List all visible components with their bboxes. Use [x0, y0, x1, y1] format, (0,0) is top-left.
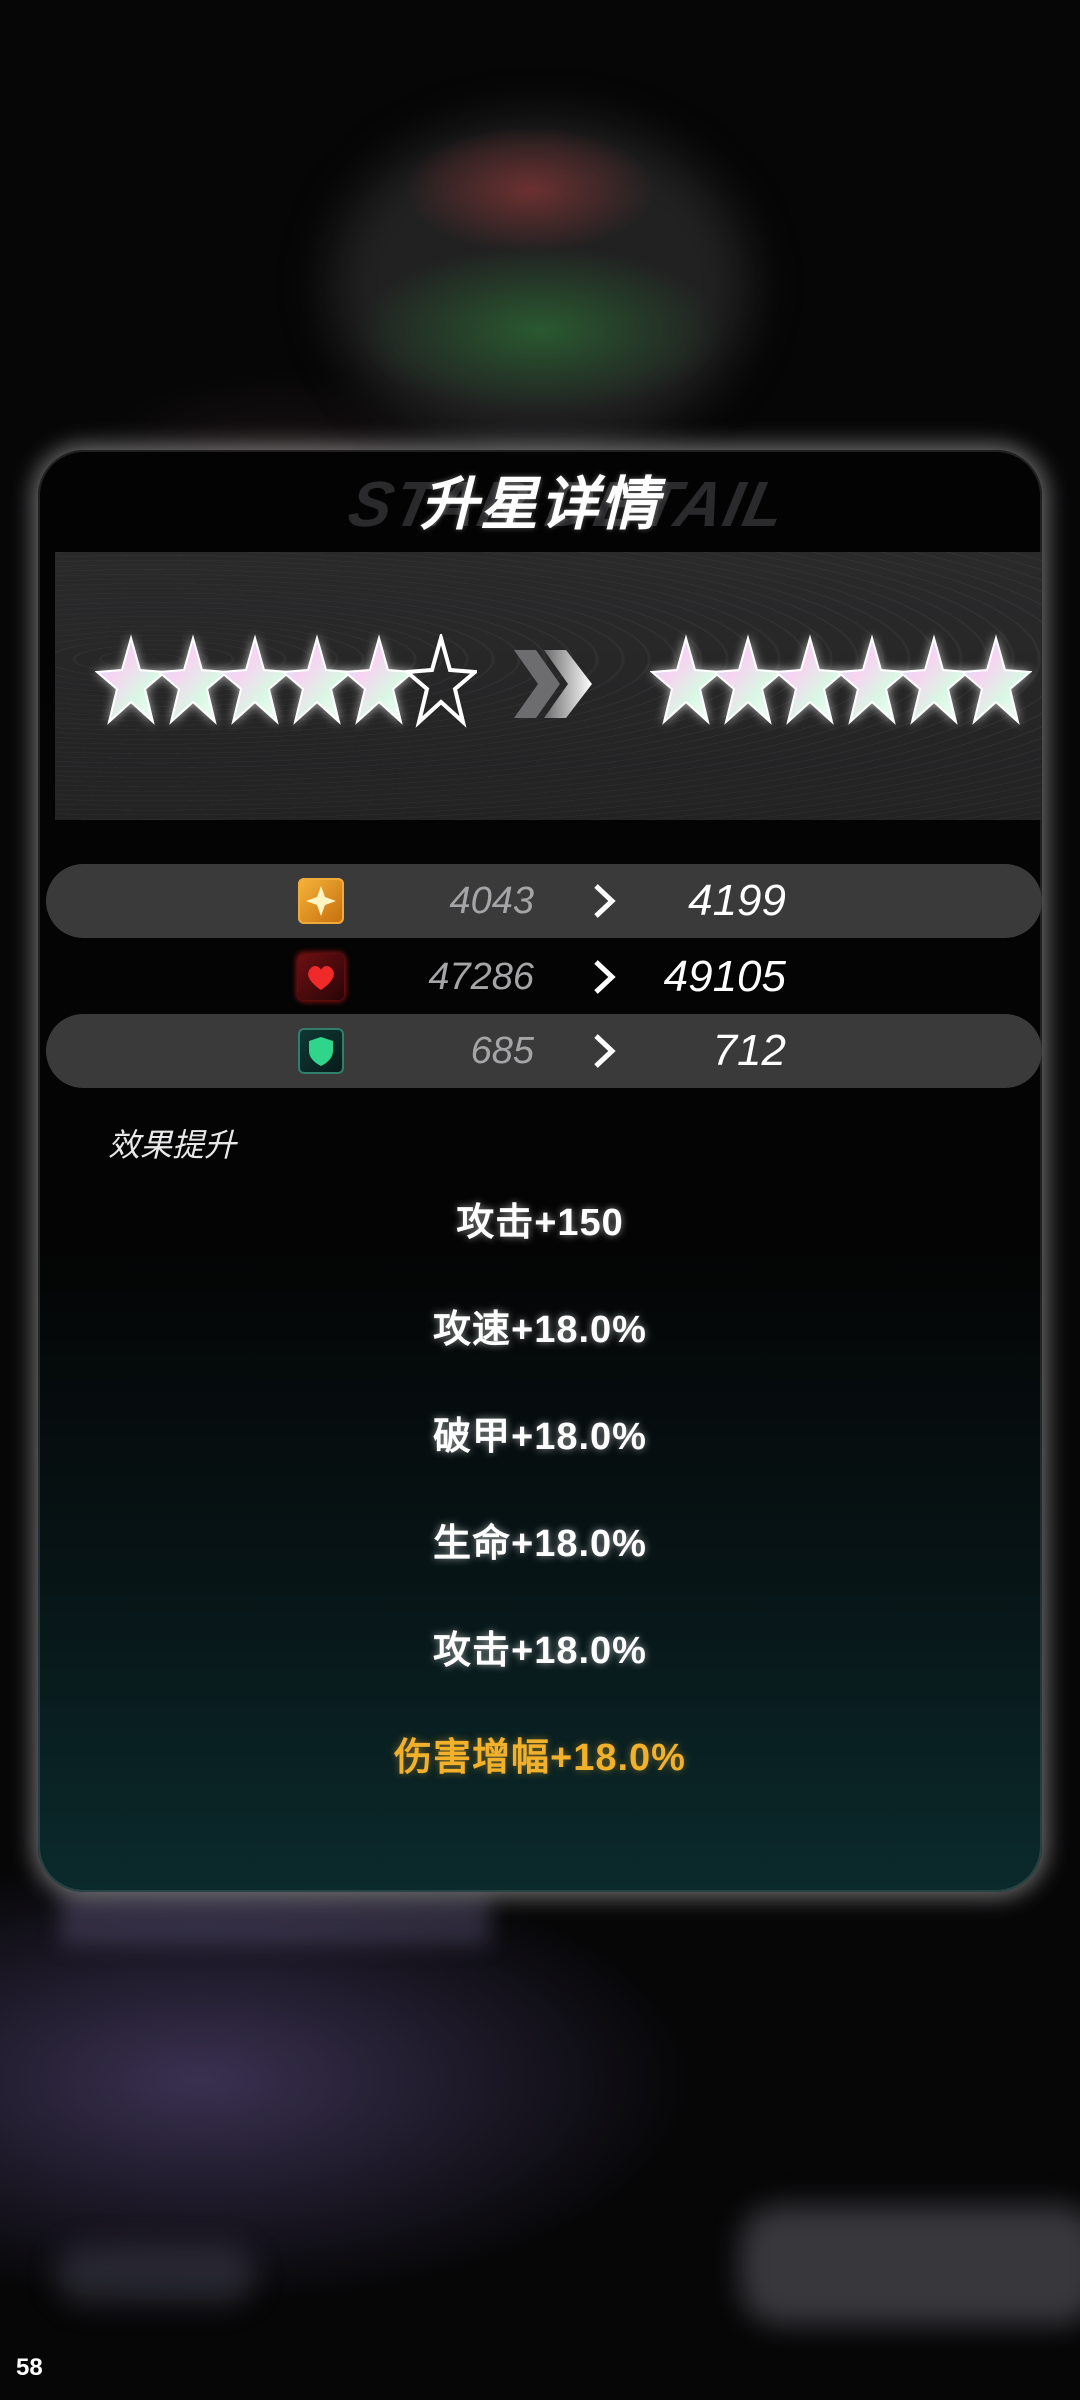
stat-new-value: 49105 — [663, 952, 786, 1001]
effects-list: 攻击+150 攻速+18.0% 破甲+18.0% 生命+18.0% 攻击+18.… — [38, 1190, 1042, 1832]
star-upgrade-panel: STAR DETAIL 升星详情 4043 4199 47286 49105 6… — [38, 450, 1042, 1892]
current-stars — [94, 630, 480, 732]
attack-icon — [298, 878, 344, 924]
panel-title: 升星详情 — [419, 472, 660, 537]
star-filled-icon — [959, 634, 1033, 730]
chevron-right-icon — [594, 884, 616, 918]
effect-item: 攻击+18.0% — [433, 1630, 647, 1672]
stat-old-value: 4043 — [449, 880, 534, 922]
effect-item-highlight: 伤害增幅+18.0% — [394, 1737, 686, 1779]
background-text-blur — [60, 1895, 490, 1945]
stat-new-value: 712 — [712, 1026, 786, 1075]
stat-old-value: 47286 — [428, 956, 534, 998]
target-stars — [649, 632, 1033, 732]
double-chevron-right-icon — [514, 650, 592, 718]
chevron-right-icon — [594, 960, 616, 994]
star-comparison — [55, 552, 1042, 820]
effect-item: 破甲+18.0% — [433, 1416, 647, 1458]
effects-label: 效果提升 — [108, 1127, 237, 1163]
health-icon — [298, 954, 344, 1000]
effect-item: 攻击+150 — [456, 1202, 624, 1244]
fps-counter: 58 — [16, 2354, 43, 2381]
stat-old-value: 685 — [470, 1030, 534, 1072]
background-play-button-blur — [55, 2245, 255, 2305]
background-action-button-blur — [740, 2205, 1080, 2325]
effect-item: 攻速+18.0% — [433, 1309, 647, 1351]
stat-row-attack: 4043 4199 — [46, 864, 1042, 938]
effect-item: 生命+18.0% — [433, 1523, 647, 1565]
stat-new-value: 4199 — [688, 876, 786, 925]
stat-row-defense: 685 712 — [46, 1014, 1042, 1088]
defense-icon — [298, 1028, 344, 1074]
background-character-blur — [330, 120, 750, 450]
chevron-right-icon — [594, 1034, 616, 1068]
stat-row-health: 47286 49105 — [46, 940, 1042, 1014]
star-empty-icon — [402, 630, 480, 730]
